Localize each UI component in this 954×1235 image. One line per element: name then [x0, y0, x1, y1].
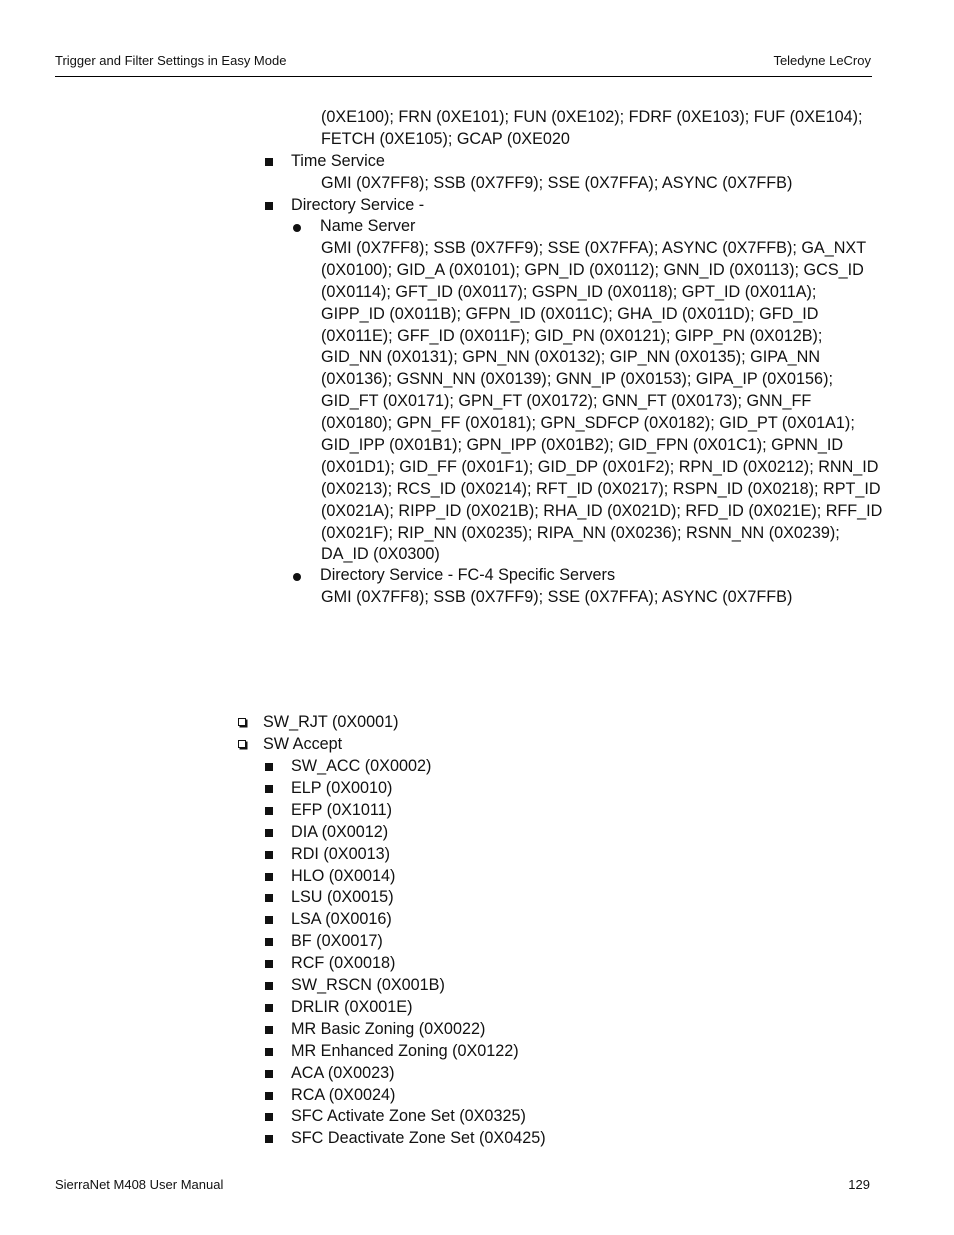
- time-service-label: Time Service: [291, 152, 385, 170]
- continuation-text: (0XE100); FRN (0XE101); FUN (0XE102); FD…: [321, 107, 863, 151]
- sw-accept-subitem: RDI (0X0013): [291, 844, 390, 863]
- square-bullet-icon: [265, 806, 273, 815]
- sw-accept-subitem: SW_ACC (0X0002): [291, 757, 432, 775]
- square-bullet-icon: [265, 1047, 273, 1056]
- square-bullet-icon: [265, 1069, 273, 1078]
- text-line: (0X0100); GID_A (0X0101); GPN_ID (0X0112…: [321, 260, 864, 279]
- sw-accept-subitem: MR Basic Zoning (0X0022): [291, 1019, 486, 1038]
- sw-rjt-item: SW_RJT (0X0001): [263, 713, 399, 731]
- square-bullet-icon: [265, 960, 273, 969]
- square-bullet-icon: [265, 982, 273, 990]
- square-bullet-icon: [265, 763, 273, 771]
- text-line: GIPP_ID (0X011B); GFPN_ID (0X011C); GHA_…: [321, 304, 819, 323]
- text-line: (0X0180); GPN_FF (0X0181); GPN_SDFCP (0X…: [321, 414, 855, 433]
- text-line: (0X0114); GFT_ID (0X0117); GSPN_ID (0X01…: [321, 282, 817, 301]
- page-number: 129: [848, 1177, 870, 1192]
- fc4-servers-label: Directory Service - FC-4 Specific Server…: [320, 566, 616, 584]
- sw-accept-subitem: MR Enhanced Zoning (0X0122): [291, 1041, 519, 1060]
- text-line: GID_NN (0X0131); GPN_NN (0X0132); GIP_NN…: [321, 348, 821, 367]
- directory-service-label: Directory Service -: [291, 196, 425, 214]
- checkbox-bullet-icon: [238, 718, 246, 726]
- sw-accept-subitem: BF (0X0017): [291, 932, 383, 951]
- checkbox-bullet-icon: [238, 740, 246, 748]
- square-bullet-icon: [265, 202, 273, 210]
- sw-accept-subitem: DRLIR (0X001E): [291, 997, 413, 1016]
- square-bullet-icon: [265, 828, 273, 837]
- header-brand: Teledyne LeCroy: [773, 53, 871, 68]
- text-line: (0X01D1); GID_FF (0X01F1); GID_DP (0X01F…: [321, 457, 879, 476]
- square-bullet-icon: [265, 894, 273, 903]
- square-bullet-icon: [265, 1113, 273, 1122]
- text-line: FETCH (0XE105); GCAP (0XE020: [321, 129, 570, 148]
- name-server-codes: GMI (0X7FF8); SSB (0X7FF9); SSE (0X7FFA)…: [321, 238, 882, 566]
- text-line: GMI (0X7FF8); SSB (0X7FF9); SSE (0X7FFA)…: [321, 239, 867, 257]
- sw-accept-subitem: SFC Activate Zone Set (0X0325): [291, 1107, 526, 1126]
- name-server-label: Name Server: [320, 217, 416, 235]
- square-bullet-icon: [265, 872, 273, 881]
- square-bullet-icon: [265, 916, 273, 925]
- square-bullet-icon: [265, 784, 273, 793]
- square-bullet-icon: [265, 1091, 273, 1100]
- square-bullet-icon: [265, 938, 273, 947]
- round-bullet-icon: [293, 573, 301, 581]
- text-line: (0X011E); GFF_ID (0X011F); GID_PN (0X012…: [321, 326, 823, 345]
- text-line: (0X021F); RIP_NN (0X0235); RIPA_NN (0X02…: [321, 523, 840, 542]
- time-service-codes: GMI (0X7FF8); SSB (0X7FF9); SSE (0X7FFA)…: [321, 174, 793, 192]
- text-line: (0X0136); GSNN_NN (0X0139); GNN_IP (0X01…: [321, 370, 833, 389]
- sw-accept-subitem: SFC Deactivate Zone Set (0X0425): [291, 1129, 546, 1148]
- sw-accept-subitem: RCF (0X0018): [291, 954, 396, 973]
- square-bullet-icon: [265, 1003, 273, 1012]
- fc4-servers-codes: GMI (0X7FF8); SSB (0X7FF9); SSE (0X7FFA)…: [321, 588, 793, 606]
- text-line: (0X0213); RCS_ID (0X0214); RFT_ID (0X021…: [321, 479, 881, 498]
- sw-accept-subitem: ELP (0X0010): [291, 778, 393, 797]
- square-bullet-icon: [265, 1135, 273, 1144]
- header-section-title: Trigger and Filter Settings in Easy Mode: [55, 53, 287, 68]
- sw-accept-subitem: SW_RSCN (0X001B): [291, 976, 445, 994]
- sw-accept-subitem: LSA (0X0016): [291, 910, 392, 929]
- page-footer: SierraNet M408 User Manual 129: [55, 1177, 870, 1192]
- text-line: DA_ID (0X0300): [321, 545, 440, 564]
- square-bullet-icon: [265, 1025, 273, 1034]
- sw-accept-subitem: DIA (0X0012): [291, 822, 389, 841]
- text-line: (0X021A); RIPP_ID (0X021B); RHA_ID (0X02…: [321, 501, 883, 520]
- sw-accept-subitem: EFP (0X1011): [291, 800, 393, 819]
- sw-accept-subitem: ACA (0X0023): [291, 1063, 395, 1082]
- square-bullet-icon: [265, 850, 273, 859]
- square-bullet-icon: [265, 158, 273, 166]
- sw-accept-subitem: RCA (0X0024): [291, 1085, 396, 1104]
- text-line: GID_IPP (0X01B1); GPN_IPP (0X01B2); GID_…: [321, 436, 844, 455]
- round-bullet-icon: [293, 224, 301, 232]
- sw-accept-item: SW Accept: [263, 735, 343, 753]
- page-header: Trigger and Filter Settings in Easy Mode…: [55, 52, 872, 77]
- sw-accept-subitem: HLO (0X0014): [291, 866, 396, 885]
- text-line: GID_FT (0X0171); GPN_FT (0X0172); GNN_FT…: [321, 392, 812, 411]
- sw-accept-subitem: LSU (0X0015): [291, 888, 394, 907]
- text-line: (0XE100); FRN (0XE101); FUN (0XE102); FD…: [321, 108, 863, 126]
- manual-title: SierraNet M408 User Manual: [55, 1177, 224, 1192]
